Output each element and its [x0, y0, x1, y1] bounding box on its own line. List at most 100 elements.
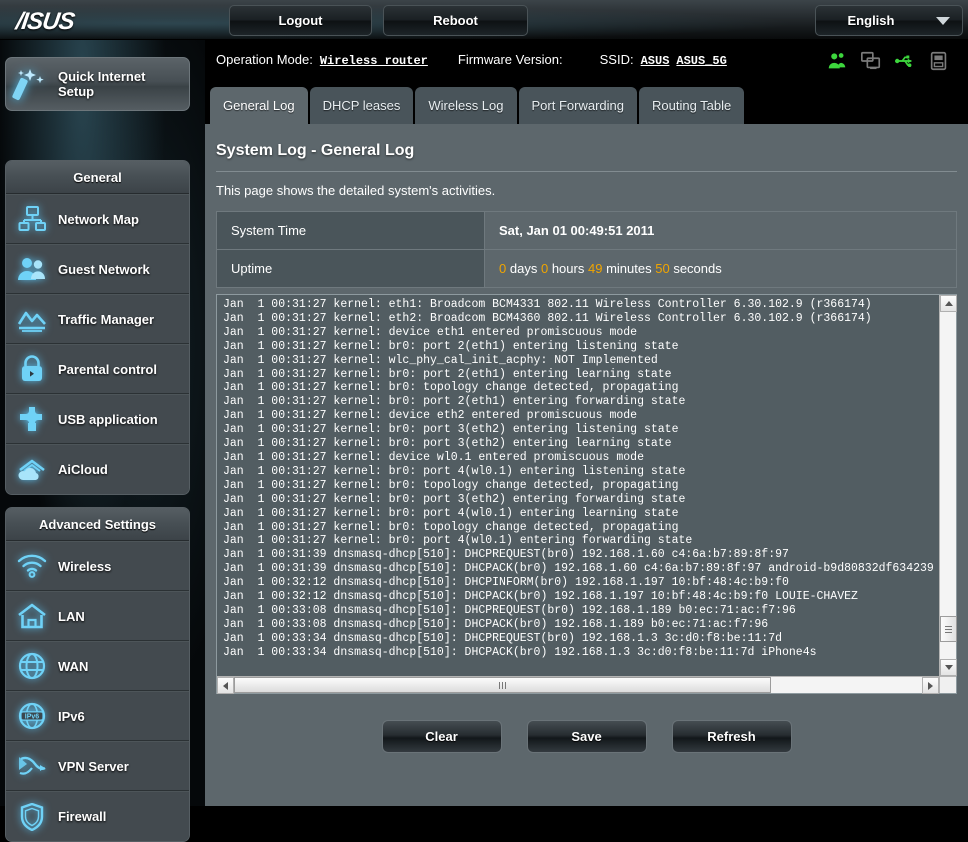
- sidebar-group-title-general: General: [6, 161, 189, 194]
- grip-icon: [945, 628, 952, 630]
- sidebar-item-network-map[interactable]: Network Map: [6, 194, 189, 244]
- tab-wireless-log[interactable]: Wireless Log: [415, 87, 517, 124]
- sidebar-group-general: General Network Map Guest Network Traffi…: [5, 160, 190, 495]
- sidebar-item-guest-network[interactable]: Guest Network: [6, 244, 189, 294]
- arrow-down-icon: [944, 665, 953, 670]
- clear-button[interactable]: Clear: [381, 720, 502, 753]
- vertical-scroll-thumb[interactable]: [940, 616, 957, 642]
- sidebar-group-advanced: Advanced Settings Wireless LAN WAN IPv6 …: [5, 507, 190, 842]
- wireless-icon: [6, 554, 58, 578]
- firmware-version-label: Firmware Version:: [457, 52, 563, 67]
- sidebar-item-ipv6[interactable]: IPv6 IPv6: [6, 691, 189, 741]
- guest-network-icon: [6, 256, 58, 282]
- uptime-hours: 0: [540, 261, 549, 276]
- operation-mode-label: Operation Mode:: [216, 52, 313, 67]
- usb-application-icon: [6, 405, 58, 433]
- horizontal-scroll-thumb[interactable]: [234, 677, 771, 693]
- sidebar-item-aicloud[interactable]: AiCloud: [6, 444, 189, 494]
- scroll-up-button[interactable]: [940, 295, 957, 312]
- network-map-icon: [6, 206, 58, 232]
- sidebar: Quick Internet Setup General Network Map: [0, 40, 205, 842]
- action-button-row: Clear Save Refresh: [205, 720, 968, 753]
- system-log-textarea[interactable]: Jan 1 00:31:27 kernel: eth1: Broadcom BC…: [216, 294, 957, 694]
- arrow-up-icon: [944, 301, 953, 306]
- system-info-table: System Time Sat, Jan 01 00:49:51 2011 Up…: [216, 211, 957, 288]
- uptime-minutes-unit: minutes: [606, 261, 652, 276]
- info-bar-text: Operation Mode: Wireless router Firmware…: [216, 52, 727, 68]
- language-label: English: [847, 13, 895, 28]
- main-content: General Log DHCP leases Wireless Log Por…: [205, 82, 968, 806]
- status-icon-group: [826, 50, 950, 72]
- wan-icon: [6, 652, 58, 680]
- system-log-content[interactable]: Jan 1 00:31:27 kernel: eth1: Broadcom BC…: [217, 295, 939, 676]
- scroll-right-button[interactable]: [922, 677, 939, 694]
- arrow-left-icon: [223, 681, 228, 690]
- scroll-down-button[interactable]: [940, 659, 957, 676]
- uptime-value: 0 days 0 hours 49 minutes 50 seconds: [484, 249, 957, 288]
- panel: System Log - General Log This page shows…: [205, 124, 968, 806]
- tab-routing-table[interactable]: Routing Table: [638, 87, 745, 124]
- ssid-label: SSID:: [599, 52, 634, 67]
- system-time-value: Sat, Jan 01 00:49:51 2011: [484, 211, 957, 250]
- devices-icon[interactable]: [860, 50, 882, 72]
- scroll-left-button[interactable]: [217, 677, 234, 694]
- sidebar-item-parental-control[interactable]: Parental control: [6, 344, 189, 394]
- page-title: System Log - General Log: [216, 142, 415, 159]
- clients-icon[interactable]: [826, 50, 848, 72]
- uptime-days: 0: [499, 261, 507, 276]
- sidebar-item-label: WAN: [58, 658, 89, 674]
- tab-port-forwarding[interactable]: Port Forwarding: [518, 87, 637, 124]
- sidebar-item-wireless[interactable]: Wireless: [6, 541, 189, 591]
- sidebar-item-label: Wireless: [58, 558, 112, 574]
- quick-internet-setup-button[interactable]: Quick Internet Setup: [5, 57, 190, 111]
- ssid-value-5g[interactable]: ASUS_5G: [676, 54, 726, 68]
- sidebar-item-label: Firewall: [58, 809, 107, 824]
- usb-icon[interactable]: [894, 50, 916, 72]
- tab-dhcp-leases[interactable]: DHCP leases: [309, 87, 414, 124]
- sidebar-item-label: Parental control: [58, 361, 157, 377]
- reboot-button[interactable]: Reboot: [383, 5, 528, 36]
- ipv6-icon: IPv6: [6, 702, 58, 730]
- language-select[interactable]: English: [815, 5, 963, 36]
- sidebar-item-label: USB application: [58, 411, 158, 427]
- aicloud-icon: [6, 457, 58, 483]
- logout-button[interactable]: Logout: [229, 5, 372, 36]
- printer-icon[interactable]: [928, 50, 950, 72]
- vpn-server-icon: [6, 753, 58, 779]
- magic-wand-icon: [12, 69, 44, 101]
- sidebar-item-label: Traffic Manager: [58, 311, 155, 327]
- lan-icon: [6, 603, 58, 629]
- uptime-seconds-unit: seconds: [673, 261, 722, 276]
- table-row: Uptime 0 days 0 hours 49 minutes 50 seco…: [216, 249, 957, 288]
- top-bar: /ISUS Logout Reboot English: [0, 0, 968, 40]
- parental-control-icon: [6, 355, 58, 383]
- tab-bar: General Log DHCP leases Wireless Log Por…: [205, 82, 968, 124]
- uptime-label: Uptime: [216, 249, 485, 288]
- system-time-label: System Time: [216, 211, 485, 250]
- sidebar-item-lan[interactable]: LAN: [6, 591, 189, 641]
- sidebar-item-vpn-server[interactable]: VPN Server: [6, 741, 189, 791]
- sidebar-item-label: IPv6: [58, 708, 85, 724]
- uptime-hours-unit: hours: [551, 261, 585, 276]
- sidebar-item-label: VPN Server: [58, 758, 129, 774]
- sidebar-item-wan[interactable]: WAN: [6, 641, 189, 691]
- title-divider: [216, 171, 957, 172]
- sidebar-item-usb-application[interactable]: USB application: [6, 394, 189, 444]
- operation-mode-value[interactable]: Wireless router: [320, 54, 428, 68]
- info-bar: Operation Mode: Wireless router Firmware…: [205, 40, 968, 82]
- sidebar-item-label: Guest Network: [58, 261, 150, 277]
- arrow-right-icon: [928, 681, 933, 690]
- tab-general-log[interactable]: General Log: [210, 87, 308, 124]
- log-horizontal-scrollbar[interactable]: [217, 676, 939, 694]
- ssid-value-24g[interactable]: ASUS: [641, 54, 670, 68]
- sidebar-item-traffic-manager[interactable]: Traffic Manager: [6, 294, 189, 344]
- log-vertical-scrollbar[interactable]: [939, 295, 957, 676]
- grip-icon: [502, 681, 503, 689]
- quick-internet-setup-label: Quick Internet Setup: [58, 69, 146, 99]
- table-row: System Time Sat, Jan 01 00:49:51 2011: [216, 211, 957, 250]
- sidebar-item-label: LAN: [58, 608, 85, 624]
- sidebar-item-firewall[interactable]: Firewall: [6, 791, 189, 841]
- refresh-button[interactable]: Refresh: [671, 720, 792, 753]
- page-description: This page shows the detailed system's ac…: [216, 183, 496, 198]
- save-button[interactable]: Save: [526, 720, 647, 753]
